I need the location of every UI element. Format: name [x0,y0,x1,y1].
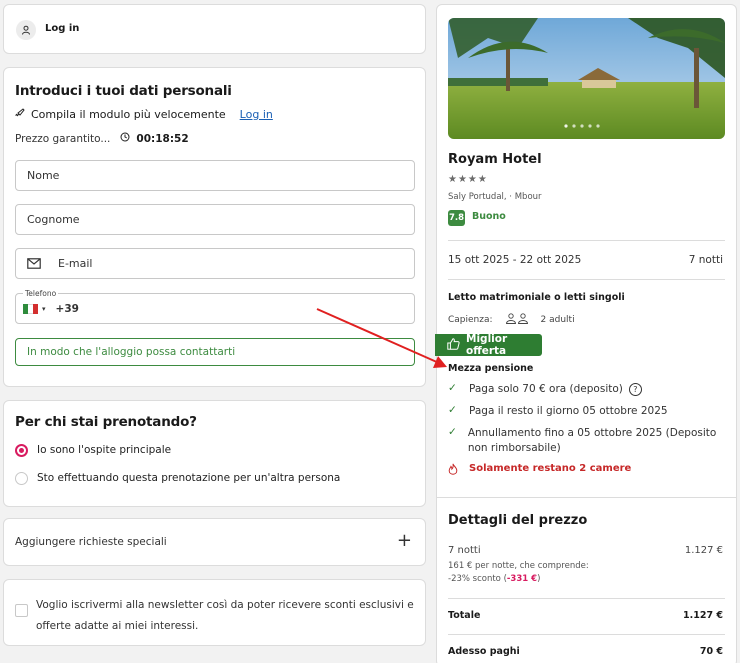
condition-text: Paga il resto il giorno 05 ottobre 2025 [469,405,668,417]
price-title: Dettagli del prezzo [448,513,588,528]
condition-cancellation: ✓ Annullamento fino a 05 ottobre 2025 (D… [448,426,723,456]
phone-hint: In modo che l'alloggio possa contattarti [15,338,415,366]
phone-prefix: +39 [55,302,79,315]
login-label[interactable]: Log in [45,23,79,34]
discount-text: -23% sconto ( [448,574,507,584]
newsletter-checkbox[interactable] [15,604,28,617]
first-name-placeholder: Nome [27,169,60,182]
check-icon: ✓ [448,382,457,394]
email-input[interactable]: E-mail [15,248,415,279]
scarcity-row: Solamente restano 2 camere [448,463,631,475]
hotel-location: Saly Portudal, · Mbour [448,192,542,202]
capacity-row: Capienza: 2 adulti [448,313,575,327]
hotel-name: Royam Hotel [448,152,542,167]
review-score-label: Buono [472,211,506,222]
check-icon: ✓ [448,404,457,416]
scarcity-text: Solamente restano 2 camere [469,463,632,474]
condition-text: Paga solo 70 € ora (deposito) [469,383,623,395]
fire-icon [448,463,458,475]
hotel-photo[interactable] [448,18,725,139]
price-guarantee-text: Prezzo garantito... [15,132,111,145]
other-person-label[interactable]: Sto effettuando questa prenotazione per … [37,472,340,484]
divider [448,634,725,635]
email-placeholder: E-mail [58,257,93,270]
login-card[interactable]: Log in [3,4,426,54]
italy-flag-icon[interactable] [23,303,38,314]
main-guest-label[interactable]: Io sono l'ospite principale [37,444,171,456]
nights-label: 7 notti [448,545,481,556]
clock-icon [120,132,130,145]
login-link[interactable]: Log in [240,108,273,121]
per-night-text: 161 € per notte, che comprende: [448,561,589,571]
divider [448,240,725,241]
main-guest-radio[interactable] [15,444,28,457]
last-name-input[interactable]: Cognome [15,204,415,235]
envelope-icon [27,258,41,269]
stay-dates: 15 ott 2025 - 22 ott 2025 [448,254,582,266]
user-icon [16,20,36,40]
divider [448,279,725,280]
discount-close: ) [537,574,541,584]
review-score-badge: 7.8 [448,210,465,226]
condition-deposit: ✓ Paga solo 70 € ora (deposito)? [448,382,642,397]
room-type: Letto matrimoniale o letti singoli [448,292,625,303]
best-offer-label: Miglior offerta [466,333,508,357]
hotel-stars: ★★★★ [448,174,488,185]
special-requests-label: Aggiungere richieste speciali [15,536,167,548]
capacity-value: 2 adulti [540,315,575,325]
board-type: Mezza pensione [448,363,534,374]
quick-fill-text: Compila il modulo più velocemente [31,108,226,121]
condition-text: Annullamento fino a 05 ottobre 2025 (Dep… [467,427,717,454]
chevron-down-icon[interactable]: ▾ [42,305,46,313]
booking-for-card: Per chi stai prenotando? Io sono l'ospit… [3,400,426,507]
other-person-radio[interactable] [15,472,28,485]
rocket-icon [14,108,25,121]
check-icon: ✓ [448,426,457,438]
discount-value: -331 € [506,574,538,584]
price-details-card: Dettagli del prezzo 7 notti 1.127 € 161 … [436,497,737,663]
price-guarantee-row: Prezzo garantito... 00:18:52 [15,132,189,145]
booking-for-title: Per chi stai prenotando? [15,414,197,430]
total-value: 1.127 € [683,610,723,621]
newsletter-card: Voglio iscrivermi alla newsletter così d… [3,579,426,646]
help-icon[interactable]: ? [628,382,642,396]
hotel-summary-card: Royam Hotel ★★★★ Saly Portudal, · Mbour … [435,4,737,504]
thumbs-up-icon [447,337,460,353]
first-name-input[interactable]: Nome [15,160,415,191]
newsletter-text[interactable]: Voglio iscrivermi alla newsletter così d… [36,595,416,637]
discount-row: -23% sconto (-331 €) [448,574,540,584]
phone-input[interactable]: Telefono ▾ +39 [15,289,415,324]
nights-value: 1.127 € [684,545,723,556]
pay-now-label: Adesso paghi [448,646,520,657]
quick-fill-row: Compila il modulo più velocemente Log in [14,108,273,121]
stay-nights: 7 notti [688,254,723,266]
capacity-label: Capienza: [448,315,493,325]
pay-now-value: 70 € [699,646,723,657]
divider [448,598,725,599]
guests-icon [505,313,529,327]
special-requests-card[interactable]: Aggiungere richieste speciali + [3,518,426,566]
personal-data-card: Introduci i tuoi dati personali Compila … [3,67,426,387]
phone-label: Telefono [23,289,59,298]
total-label: Totale [448,610,481,621]
condition-balance: ✓ Paga il resto il giorno 05 ottobre 202… [448,404,668,419]
last-name-placeholder: Cognome [27,213,80,226]
best-offer-badge: Miglior offerta [435,333,542,357]
countdown-timer: 00:18:52 [136,132,189,145]
section-title: Introduci i tuoi dati personali [15,83,232,99]
plus-icon[interactable]: + [397,530,412,551]
